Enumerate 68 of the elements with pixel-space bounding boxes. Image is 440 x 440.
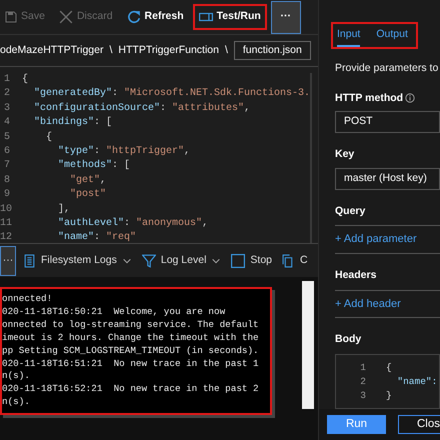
- panel-icon: [198, 10, 213, 24]
- line-number: 10: [0, 202, 10, 217]
- tab[interactable]: Output: [376, 26, 408, 47]
- field-label: Headers: [335, 268, 376, 283]
- refresh-icon: [126, 10, 141, 24]
- code-line: "name": "req": [57, 231, 138, 246]
- code-line: }: [386, 388, 392, 403]
- code-line: "generatedBy": "Microsoft.NET.Sdk.Functions-3.: [33, 87, 310, 102]
- test-run-button[interactable]: Test/Run: [192, 4, 267, 30]
- line-number: 12: [0, 231, 10, 246]
- breadcrumb-item[interactable]: HTTPTriggerFunction: [118, 42, 219, 58]
- breadcrumb-separator: \: [224, 42, 228, 58]
- code-line: ],: [57, 202, 72, 217]
- code-line: {: [22, 73, 30, 87]
- code-line: "type": "httpTrigger",: [57, 145, 192, 160]
- line-number: 3: [2, 102, 10, 116]
- code-line: "authLevel": "anonymous",: [57, 217, 210, 232]
- line-number: 1: [359, 360, 367, 375]
- field-label: Key: [335, 147, 354, 162]
- line-number: 4: [2, 116, 10, 130]
- line-number: 5: [2, 130, 10, 145]
- code-line: "methods": [: [57, 159, 132, 174]
- logs-dropdown[interactable]: Filesystem Logs: [20, 250, 135, 272]
- line-number: 9: [2, 188, 10, 202]
- log-level-dropdown[interactable]: Log Level: [138, 250, 224, 272]
- code-editor[interactable]: 1 { 2 "name": 3 }: [335, 354, 440, 409]
- line-number: 6: [2, 145, 10, 160]
- copy-button[interactable]: C: [279, 250, 311, 272]
- filter-icon: [142, 254, 156, 268]
- save-icon: [5, 11, 17, 23]
- more-button[interactable]: ···: [270, 0, 301, 34]
- code-line: "name":: [396, 374, 438, 389]
- stop-button[interactable]: Stop: [228, 250, 276, 272]
- scrollbar[interactable]: [302, 281, 314, 409]
- line-number: 11: [0, 217, 10, 232]
- line-number: 2: [359, 374, 367, 389]
- line-number: 7: [2, 159, 10, 174]
- instruction-text: Provide parameters to: [335, 60, 440, 76]
- select-field[interactable]: master (Host key): [335, 168, 440, 190]
- more-button[interactable]: ···: [0, 246, 16, 276]
- code-line: {: [386, 360, 392, 375]
- copy-icon: [282, 254, 296, 268]
- line-number: 3: [359, 388, 367, 403]
- file-tab[interactable]: function.json: [234, 40, 311, 60]
- line-number: 1: [2, 73, 10, 87]
- field-label: Body: [335, 332, 362, 347]
- list-icon: [23, 254, 36, 268]
- code-line: "configurationSource": "attributes",: [33, 102, 252, 116]
- code-line: "post": [69, 188, 108, 202]
- close-button[interactable]: Clos: [398, 414, 440, 434]
- code-line: "bindings": [: [33, 116, 114, 130]
- add-link[interactable]: + Add header: [335, 298, 401, 310]
- add-link[interactable]: + Add parameter: [335, 233, 417, 246]
- refresh-button[interactable]: Refresh: [122, 4, 189, 30]
- stop-icon: [231, 254, 246, 268]
- close-icon: [58, 10, 73, 24]
- log-output: onnected! 020-11-18T16:50:21 Welcome, you are now onnected to log-streaming service. The default imeout is 2 hours. Change the timeout with the pp Setting SCM_LOGSTREAM_TIMEOUT (in seconds). 020-11-18T16:51:21 No new trace in the past 1 n(s). 020-11-18T16:52:21 No new trace in the past 2 n(s).: [0, 287, 272, 415]
- line-number: 2: [2, 87, 10, 102]
- breadcrumb-separator: \: [109, 42, 112, 58]
- field-label: HTTP method: [335, 90, 404, 106]
- line-number: 8: [2, 174, 10, 188]
- info-icon: [405, 93, 416, 104]
- code-line: {: [45, 130, 54, 145]
- tab[interactable]: Input: [337, 26, 360, 47]
- field-label: Query: [335, 204, 366, 218]
- select-field[interactable]: POST: [335, 111, 440, 133]
- breadcrumb-item[interactable]: odeMazeHTTPTrigger: [0, 42, 104, 58]
- code-line: "get",: [69, 174, 108, 188]
